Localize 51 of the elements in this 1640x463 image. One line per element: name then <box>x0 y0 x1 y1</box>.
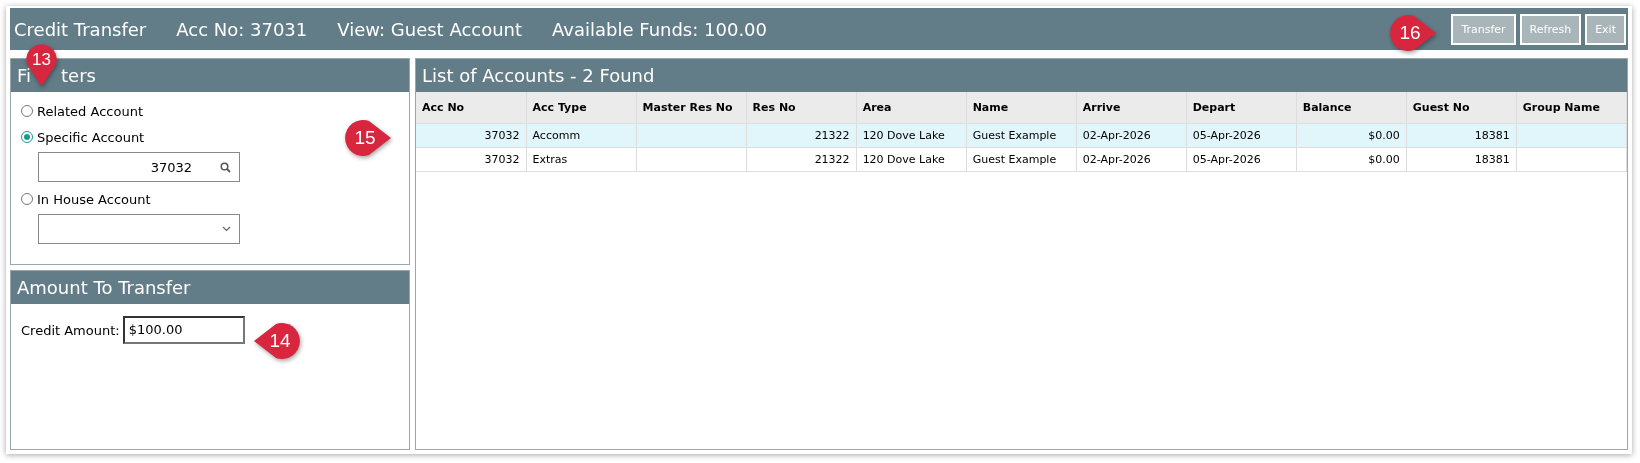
view-label: View: Guest Account <box>337 18 523 40</box>
table-cell: $0.00 <box>1368 153 1400 166</box>
table-row[interactable]: 37032 Accomm 21322 120 Dove Lake Guest Example 02-Apr-2026 05-Apr-2026 $0.00 18381 <box>416 123 1627 148</box>
window-title: Credit Transfer <box>14 18 147 40</box>
panel-title-fragment: Fi <box>17 64 32 88</box>
column-header[interactable]: Name <box>966 92 1077 124</box>
table-cell: 21322 <box>814 153 850 166</box>
table-cell: Guest Example <box>972 129 1057 142</box>
table-cell: Guest Example <box>972 153 1057 166</box>
column-header[interactable]: Acc No <box>416 92 527 124</box>
column-header[interactable]: Group Name <box>1516 92 1627 124</box>
table-cell: 21322 <box>814 129 850 142</box>
column-header[interactable]: Area <box>856 92 967 124</box>
panel-title-fragment: ters <box>61 64 96 88</box>
account-number: Acc No: 37031 <box>176 18 308 40</box>
table-cell: Accomm <box>532 129 581 142</box>
column-header[interactable]: Acc Type <box>526 92 637 124</box>
credit-amount-field[interactable]: $100.00 <box>122 316 245 344</box>
table-cell: 37032 <box>484 129 520 142</box>
table-cell: Extras <box>532 153 568 166</box>
column-header[interactable]: Arrive <box>1076 92 1187 124</box>
table-cell: 18381 <box>1474 153 1510 166</box>
chevron-down-icon <box>222 226 231 232</box>
table-cell: 120 Dove Lake <box>862 129 945 142</box>
table-row[interactable]: 37032 Extras 21322 120 Dove Lake Guest Example 02-Apr-2026 05-Apr-2026 $0.00 18381 <box>416 147 1627 172</box>
column-header[interactable]: Balance <box>1296 92 1407 124</box>
field-label: Credit Amount: <box>21 322 120 338</box>
table-cell: 120 Dove Lake <box>862 153 945 166</box>
table-cell: 02-Apr-2026 <box>1082 153 1151 166</box>
radio-button[interactable] <box>21 131 33 143</box>
panel-header: Amount To Transfer <box>11 271 409 304</box>
table-cell: 05-Apr-2026 <box>1192 153 1261 166</box>
search-icon[interactable] <box>220 161 231 173</box>
radio-button[interactable] <box>21 105 33 117</box>
table-cell: 05-Apr-2026 <box>1192 129 1261 142</box>
panel-header: List of Accounts - 2 Found <box>416 59 1627 92</box>
radio-label[interactable]: In House Account <box>37 191 151 207</box>
column-header[interactable]: Master Res No <box>636 92 747 124</box>
radio-label[interactable]: Related Account <box>37 103 143 119</box>
table-cell: 02-Apr-2026 <box>1082 129 1151 142</box>
account-search-field[interactable]: 37032 <box>38 152 240 182</box>
radio-label[interactable]: Specific Account <box>37 129 145 145</box>
table-cell: $0.00 <box>1368 129 1400 142</box>
available-funds: Available Funds: 100.00 <box>552 18 768 40</box>
radio-button[interactable] <box>21 193 33 205</box>
column-header[interactable]: Guest No <box>1406 92 1517 124</box>
table-cell: 18381 <box>1474 129 1510 142</box>
column-header[interactable]: Res No <box>746 92 857 124</box>
column-header[interactable]: Depart <box>1186 92 1297 124</box>
account-dropdown[interactable] <box>38 214 240 244</box>
table-cell: 37032 <box>484 153 520 166</box>
